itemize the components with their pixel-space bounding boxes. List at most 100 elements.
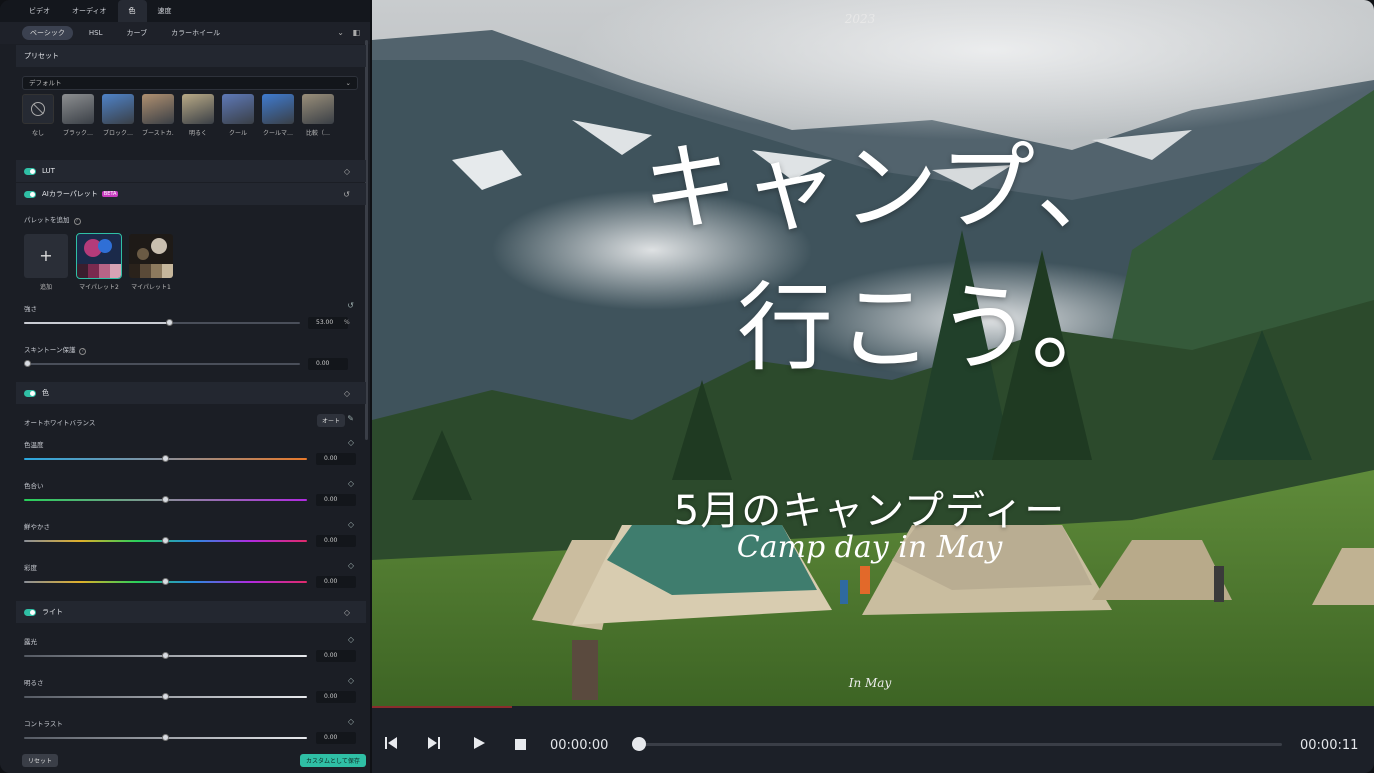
lut-toggle[interactable] (24, 167, 36, 175)
subtab-hsl[interactable]: HSL (81, 27, 111, 39)
keyframe-diamond-icon[interactable]: ◇ (348, 520, 354, 529)
total-time: 00:00:11 (1300, 738, 1359, 753)
timeline-progress-line (372, 706, 512, 708)
tab-speed[interactable]: 速度 (147, 0, 183, 22)
saturation-slider-knob[interactable] (162, 578, 169, 585)
strength-value-field[interactable]: 53.00 (308, 317, 348, 329)
reset-icon[interactable]: ↺ (343, 190, 350, 199)
color-section-header[interactable]: 色 ◇ (16, 382, 366, 404)
skin-tone-value-field[interactable]: 0.00 (308, 358, 348, 370)
tab-video[interactable]: ビデオ (18, 0, 61, 22)
keyframe-diamond-icon[interactable]: ◇ (348, 561, 354, 570)
playhead-knob[interactable] (632, 737, 646, 751)
temperature-slider-knob[interactable] (162, 455, 169, 462)
reset-icon[interactable]: ↺ (347, 301, 354, 310)
timeline-scrubber[interactable] (638, 743, 1282, 746)
skin-tone-slider-track[interactable] (24, 363, 300, 365)
preset-item[interactable]: 明るく (182, 94, 214, 137)
keyframe-diamond-icon[interactable]: ◇ (348, 635, 354, 644)
preset-thumb (62, 94, 94, 124)
presets-header[interactable]: プリセット (16, 45, 366, 67)
lut-label: LUT (42, 167, 55, 175)
subtab-more-chevron-icon[interactable]: ⌄ (337, 28, 344, 37)
light-section-header[interactable]: ライト ◇ (16, 601, 366, 623)
add-palette-caption: 追加 (39, 284, 52, 291)
previous-frame-icon[interactable] (384, 736, 398, 750)
preset-label: ブーストカ… (142, 130, 174, 137)
next-frame-icon[interactable] (427, 736, 441, 750)
add-palette-label: パレットを追加? (24, 214, 81, 225)
preset-item[interactable]: 比較（… (302, 94, 334, 137)
brightness-slider-knob[interactable] (162, 693, 169, 700)
preset-label: クールマ… (262, 130, 293, 137)
keyframe-diamond-icon[interactable]: ◇ (348, 676, 354, 685)
vibrance-slider-knob[interactable] (162, 537, 169, 544)
preset-item[interactable]: ブラック… (62, 94, 94, 137)
contrast-slider-knob[interactable] (162, 734, 169, 741)
auto-wb-button[interactable]: オート (317, 414, 346, 427)
slider-label: 色温度 (24, 441, 44, 449)
preset-none[interactable]: なし (22, 94, 54, 137)
exposure-value-field[interactable]: 0.00 (316, 650, 356, 662)
eyedropper-icon[interactable]: ✎ (347, 414, 354, 423)
add-palette-button[interactable]: + (24, 234, 68, 278)
preset-dropdown[interactable]: デフォルト ⌄ (22, 76, 358, 90)
preset-label: 明るく (188, 130, 207, 137)
skin-tone-label: スキントーン保護? (24, 344, 87, 355)
vibrance-value-field[interactable]: 0.00 (316, 535, 356, 547)
play-icon[interactable] (472, 736, 486, 750)
save-as-custom-button[interactable]: カスタムとして保存 (300, 754, 366, 767)
ai-palette-label: AIカラーパレット (42, 190, 98, 198)
preset-list: なし ブラック… ブロック… ブーストカ… 明るく クール クールマ… 比較（ (22, 94, 358, 144)
contrast-value-field[interactable]: 0.00 (316, 732, 356, 744)
subtab-color-wheel[interactable]: カラーホイール (163, 26, 228, 40)
help-icon[interactable]: ? (73, 218, 81, 225)
keyframe-diamond-icon[interactable]: ◇ (348, 438, 354, 447)
preset-item[interactable]: クール (222, 94, 254, 137)
palette-thumb-1[interactable] (129, 234, 173, 278)
subtab-curves[interactable]: カーブ (118, 26, 155, 40)
compare-view-icon[interactable]: ◧ (352, 28, 360, 37)
keyframe-diamond-icon[interactable]: ◇ (348, 717, 354, 726)
tint-slider-knob[interactable] (162, 496, 169, 503)
video-preview[interactable]: 2023 キャンプ、 行こう。 5月のキャンプディー Camp day in M… (372, 0, 1374, 706)
strength-slider-knob[interactable] (166, 319, 174, 326)
preset-label: 比較（… (305, 130, 330, 137)
panel-scrollbar[interactable] (365, 40, 368, 440)
exposure-slider-knob[interactable] (162, 652, 169, 659)
palette-thumb-2[interactable] (76, 233, 122, 279)
brightness-value-field[interactable]: 0.00 (316, 691, 356, 703)
color-adjust-panel: ビデオ オーディオ 色 速度 ベーシック HSL カーブ カラーホイール ⌄ ◧… (0, 0, 370, 773)
light-toggle[interactable] (24, 608, 36, 616)
preset-item[interactable]: ブーストカ… (142, 94, 174, 137)
tint-value-field[interactable]: 0.00 (316, 494, 356, 506)
keyframe-diamond-icon[interactable]: ◇ (344, 167, 350, 176)
temperature-value-field[interactable]: 0.00 (316, 453, 356, 465)
subtab-basic[interactable]: ベーシック (22, 26, 73, 40)
keyframe-diamond-icon[interactable]: ◇ (344, 608, 350, 617)
preset-label: ブロック… (102, 130, 133, 137)
current-time: 00:00:00 (550, 738, 609, 753)
reset-button[interactable]: リセット (22, 754, 59, 767)
keyframe-diamond-icon[interactable]: ◇ (344, 389, 350, 398)
slider-label: 露光 (24, 638, 37, 646)
slider-label: 明るさ (24, 679, 44, 687)
keyframe-diamond-icon[interactable]: ◇ (348, 479, 354, 488)
tab-audio[interactable]: オーディオ (61, 0, 118, 22)
strength-unit: % (344, 319, 350, 326)
tab-color[interactable]: 色 (117, 0, 147, 22)
help-icon[interactable]: ? (79, 348, 87, 355)
lut-header[interactable]: LUT ◇ (16, 160, 366, 182)
chevron-down-icon: ⌄ (345, 79, 351, 87)
skin-tone-slider-knob[interactable] (24, 360, 31, 367)
preset-item[interactable]: ブロック… (102, 94, 134, 137)
preset-label: なし (31, 130, 44, 137)
strength-slider-track[interactable] (24, 322, 300, 324)
preset-item[interactable]: クールマ… (262, 94, 294, 137)
ai-palette-header[interactable]: AIカラーパレット BETA ↺ (16, 183, 366, 205)
saturation-value-field[interactable]: 0.00 (316, 576, 356, 588)
stop-icon[interactable] (515, 739, 526, 750)
ai-palette-toggle[interactable] (24, 190, 36, 198)
palette-caption-1: マイパレット1 (131, 284, 171, 291)
color-toggle[interactable] (24, 389, 36, 397)
